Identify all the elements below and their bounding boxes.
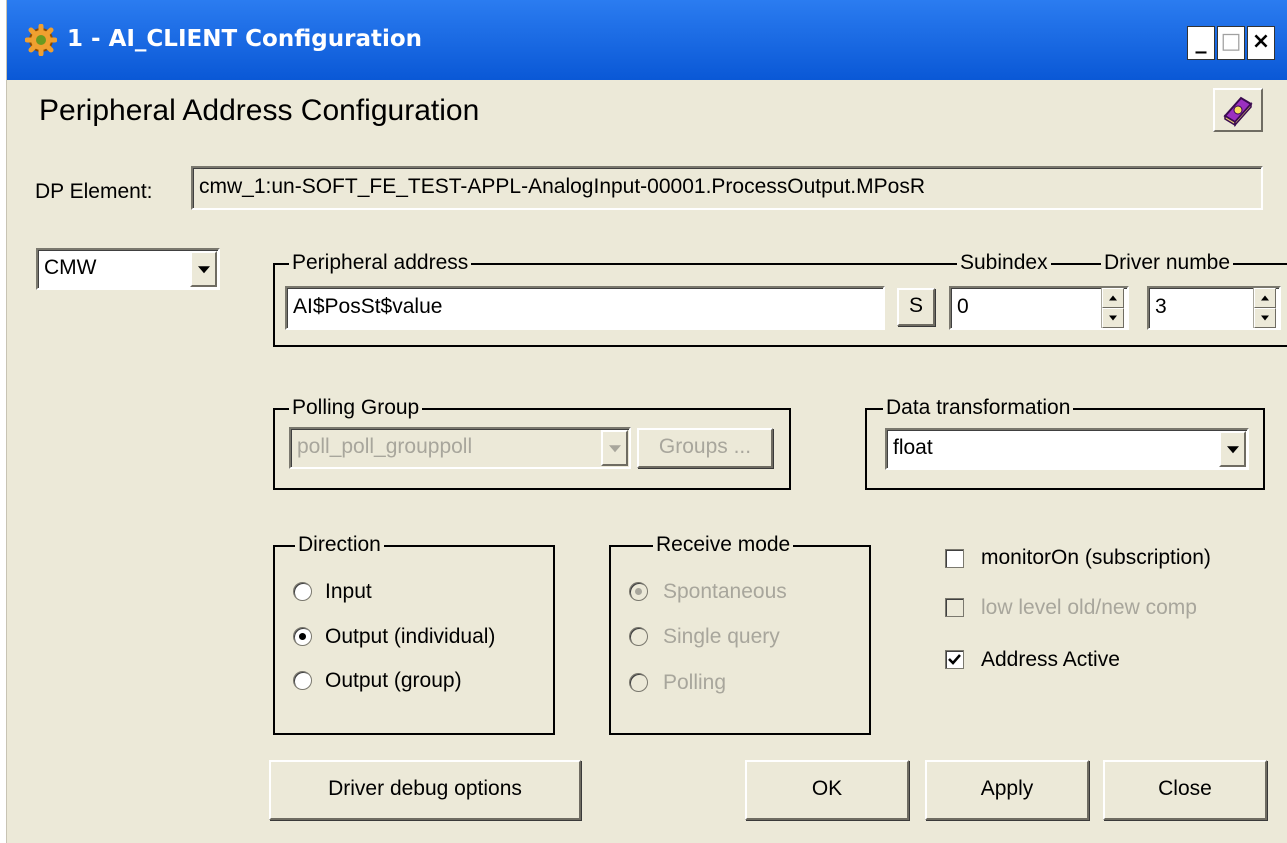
radio-selected-dot [299,633,306,640]
driver-number-value: 3 [1155,295,1167,318]
help-button[interactable] [1213,88,1263,132]
low-level-comp-label: low level old/new comp [981,596,1197,619]
page-title: Peripheral Address Configuration [39,94,480,127]
data-transformation-dropdown-button[interactable] [1219,431,1246,467]
polling-group-dropdown-button[interactable] [601,430,628,466]
receive-single-query-radio[interactable] [629,627,648,646]
maximize-button[interactable]: □ [1217,26,1245,60]
radio-selected-dot [635,588,642,595]
receive-polling-radio[interactable] [629,673,648,692]
receive-single-query-label: Single query [663,625,780,648]
close-button[interactable]: Close [1103,760,1267,820]
checkmark-icon [948,654,961,665]
spin-down-icon[interactable] [1102,308,1124,328]
driver-number-label: Driver numbe [1101,251,1234,275]
data-transformation-select[interactable]: float [885,428,1249,470]
data-transformation-value: float [893,436,933,459]
low-level-comp-checkbox[interactable] [945,598,964,617]
chevron-down-icon [608,445,621,453]
data-transformation-legend: Data transformation [883,396,1074,420]
dp-element-label: DP Element: [35,180,153,203]
configuration-dialog: 1 - AI_CLIENT Configuration _ □ × Periph… [6,0,1287,843]
direction-input-radio[interactable] [293,582,312,601]
subindex-spinner[interactable] [1101,288,1124,328]
spin-up-icon[interactable] [1254,288,1276,308]
driver-debug-options-button[interactable]: Driver debug options [269,760,581,820]
help-book-icon [1223,96,1253,127]
polling-group-legend: Polling Group [289,396,423,420]
polling-group-value: poll_poll_grouppoll [297,435,473,458]
chevron-down-icon [1226,446,1239,454]
dp-element-field[interactable]: cmw_1:un-SOFT_FE_TEST-APPL-AnalogInput-0… [191,166,1263,210]
driver-type-dropdown-button[interactable] [190,251,217,287]
subindex-label: Subindex [957,251,1051,275]
direction-legend: Direction [295,533,384,557]
ok-button[interactable]: OK [745,760,909,820]
groups-button[interactable]: Groups ... [637,428,773,468]
subindex-value: 0 [957,295,969,318]
spin-up-icon[interactable] [1102,288,1124,308]
driver-type-value: CMW [44,256,97,279]
peripheral-address-input[interactable]: AI$PosSt$value [285,286,885,330]
close-window-button[interactable]: × [1247,26,1275,60]
title-bar[interactable]: 1 - AI_CLIENT Configuration _ □ × [7,0,1287,80]
driver-number-spinner[interactable] [1253,288,1276,328]
chevron-down-icon [197,266,210,274]
direction-output-individual-label: Output (individual) [325,625,496,648]
gear-icon [25,24,57,56]
receive-mode-legend: Receive mode [653,533,794,557]
direction-input-label: Input [325,580,372,603]
window-title: 1 - AI_CLIENT Configuration [67,26,423,52]
address-active-label: Address Active [981,648,1120,671]
receive-spontaneous-radio[interactable] [629,582,648,601]
spin-down-icon[interactable] [1254,308,1276,328]
direction-output-individual-radio[interactable] [293,627,312,646]
minimize-button[interactable]: _ [1187,26,1215,60]
direction-output-group-label: Output (group) [325,669,462,692]
monitor-on-checkbox[interactable] [945,549,964,568]
apply-button[interactable]: Apply [925,760,1089,820]
receive-polling-label: Polling [663,671,727,694]
peripheral-address-legend: Peripheral address [289,251,472,275]
receive-spontaneous-label: Spontaneous [663,580,787,603]
polling-group-select[interactable]: poll_poll_grouppoll [289,427,631,469]
s-button[interactable]: S [897,288,935,326]
direction-output-group-radio[interactable] [293,671,312,690]
address-active-checkbox[interactable] [945,650,964,669]
monitor-on-label: monitorOn (subscription) [981,546,1211,569]
